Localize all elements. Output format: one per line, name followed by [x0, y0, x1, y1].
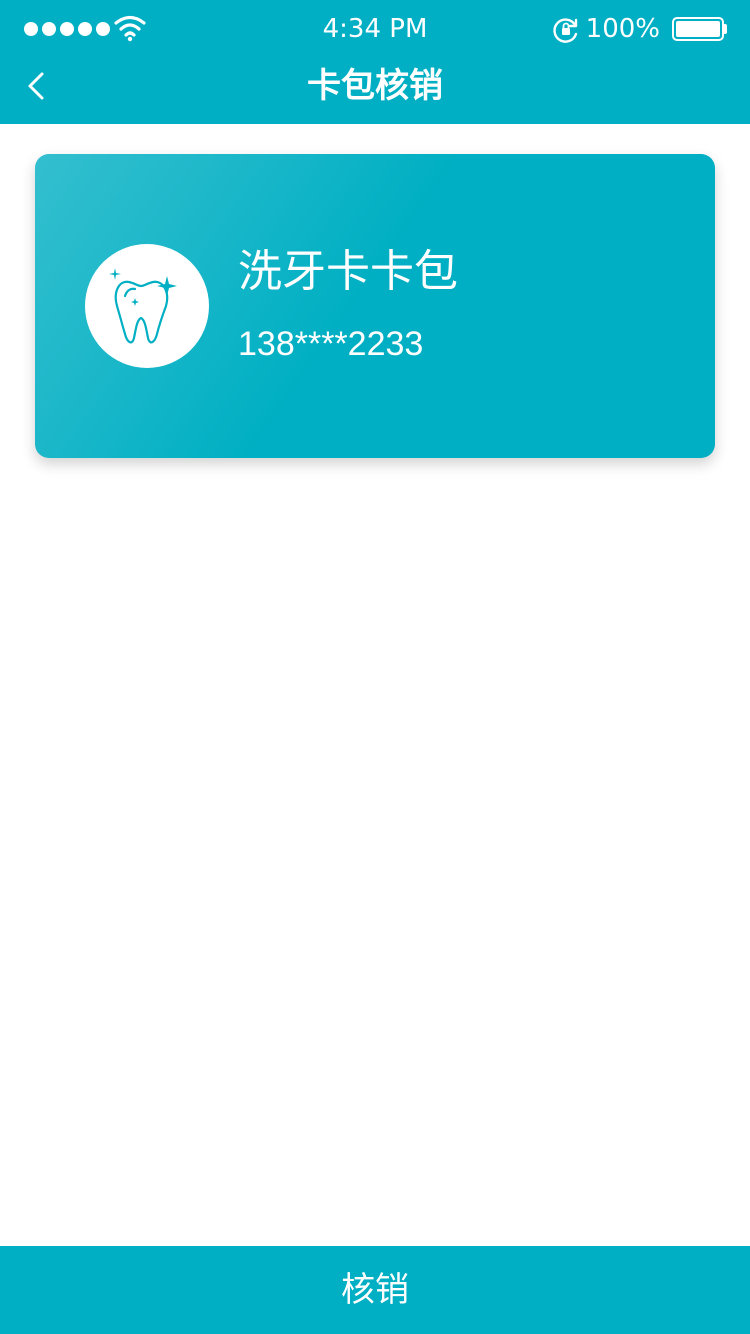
- rotation-lock-icon: [553, 18, 578, 43]
- card-avatar: [85, 244, 209, 368]
- screen: 4:34 PM 100% 卡包核销 洗牙卡卡包 138****2233 核销: [0, 0, 750, 1334]
- card-phone: 138****2233: [238, 325, 424, 363]
- battery-tip: [724, 24, 727, 34]
- status-bar: 4:34 PM 100%: [0, 0, 750, 58]
- battery-percent: 100%: [585, 14, 660, 44]
- redeem-button[interactable]: 核销: [0, 1246, 750, 1334]
- nav-bar: 卡包核销: [0, 58, 750, 124]
- top-bar: 4:34 PM 100% 卡包核销: [0, 0, 750, 124]
- battery-icon: [672, 17, 724, 41]
- card-name: 洗牙卡卡包: [238, 246, 458, 297]
- page-title: 卡包核销: [307, 66, 443, 106]
- tooth-sparkle-icon: [109, 268, 177, 344]
- wallet-card[interactable]: 洗牙卡卡包 138****2233: [35, 154, 715, 458]
